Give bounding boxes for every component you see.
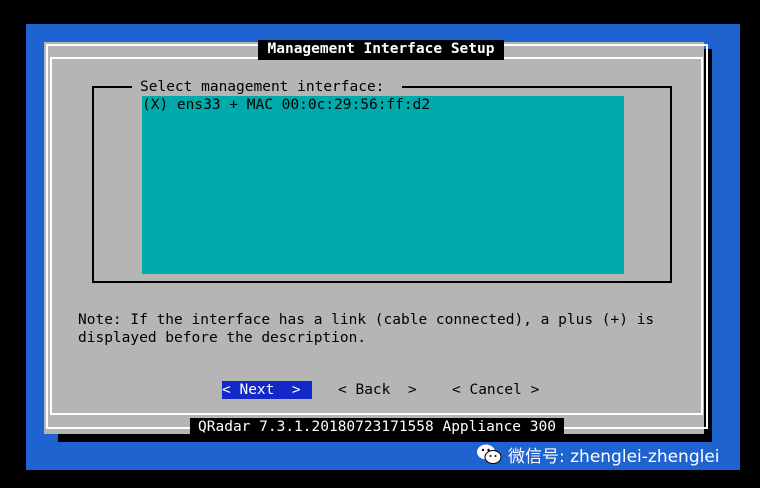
interface-list[interactable] xyxy=(142,96,624,274)
dialog-title: Management Interface Setup xyxy=(267,41,495,57)
footer-version: QRadar 7.3.1.20180723171558 Appliance 30… xyxy=(198,419,556,435)
back-button[interactable]: < Back > xyxy=(338,381,417,399)
wechat-icon xyxy=(476,443,502,465)
note-text-line2: displayed before the description. xyxy=(78,330,367,346)
cancel-button[interactable]: < Cancel > xyxy=(452,381,539,399)
list-label: Select management interface: xyxy=(140,79,385,95)
interface-option-ens33[interactable]: (X) ens33 + MAC 00:0c:29:56:ff:d2 xyxy=(142,96,430,114)
note-text-line1: Note: If the interface has a link (cable… xyxy=(78,312,655,328)
next-button[interactable]: < Next > xyxy=(222,381,312,399)
watermark-text: 微信号: zhenglei-zhenglei xyxy=(508,446,720,467)
watermark: 微信号: zhenglei-zhenglei xyxy=(476,440,720,468)
